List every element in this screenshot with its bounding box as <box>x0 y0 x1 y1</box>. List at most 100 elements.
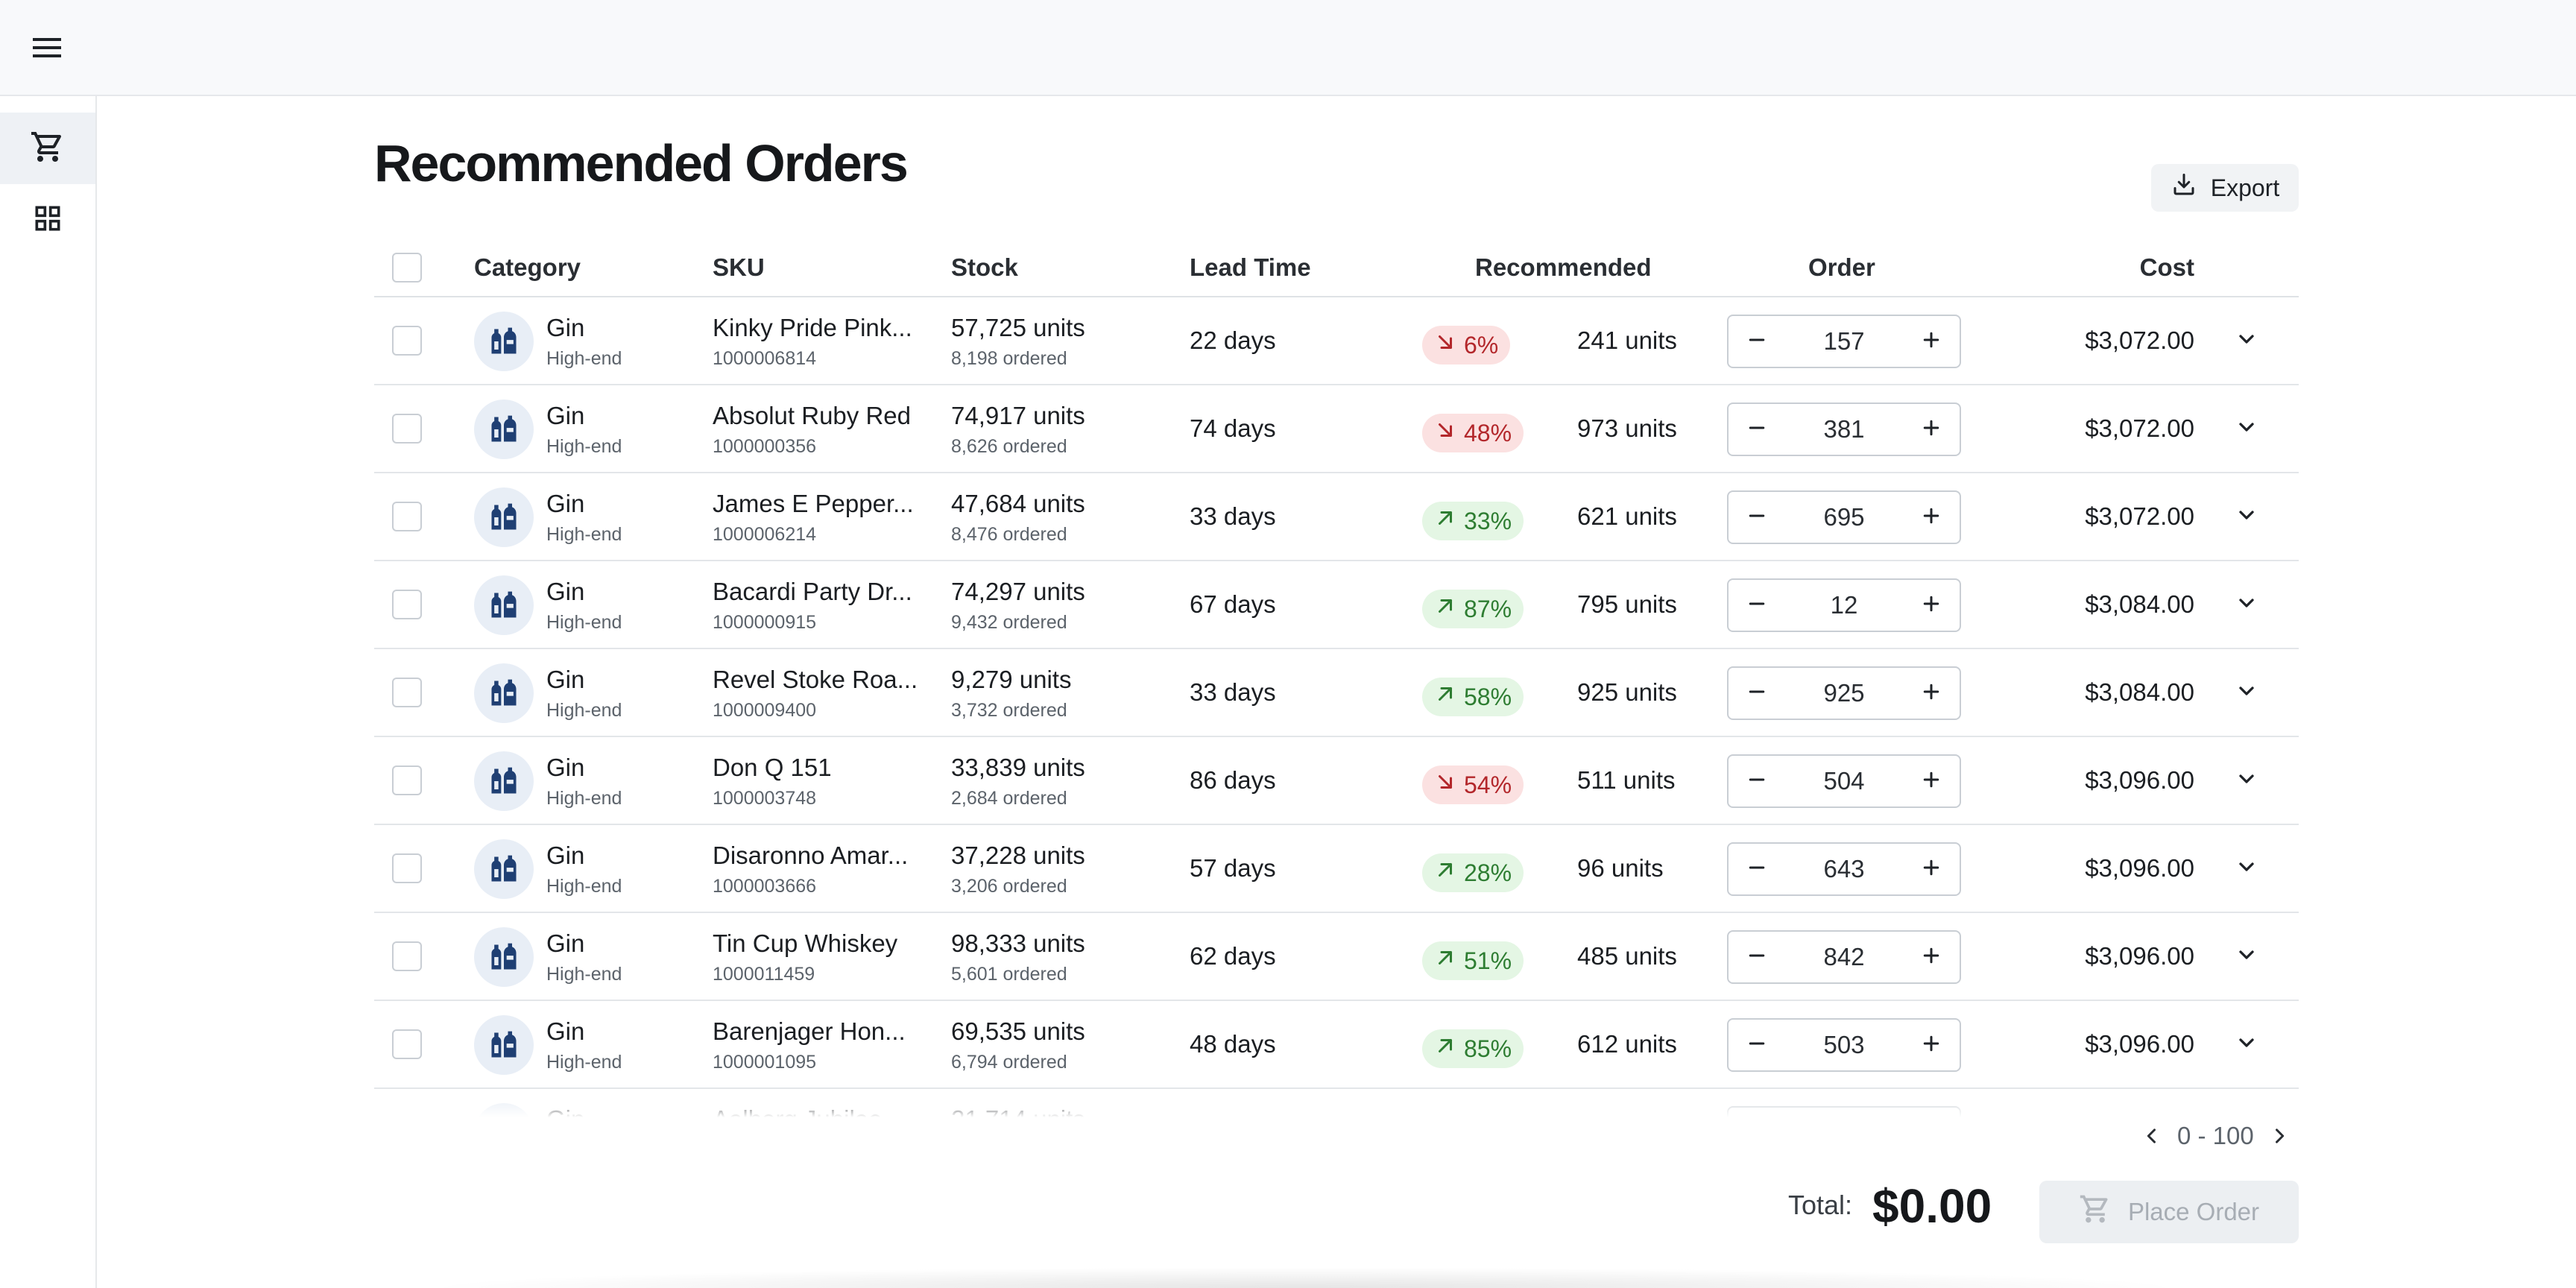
chevron-down-icon <box>2235 415 2258 443</box>
decrement-button[interactable] <box>1729 756 1785 806</box>
quantity-input[interactable] <box>1785 844 1903 894</box>
expand-row-button[interactable] <box>2230 588 2263 621</box>
row-checkbox[interactable] <box>392 853 422 883</box>
quantity-input[interactable] <box>1785 404 1903 455</box>
expand-row-button[interactable] <box>2230 324 2263 357</box>
sku-id: 1000006214 <box>713 524 817 545</box>
chevron-down-icon <box>2235 503 2258 531</box>
bottle-icon <box>474 839 534 899</box>
row-checkbox[interactable] <box>392 414 422 443</box>
quantity-input[interactable] <box>1785 1020 1903 1070</box>
table-row[interactable]: Gin High-end Barenjager Hon... 1000001095 69… <box>374 1001 2299 1089</box>
column-header-stock[interactable]: Stock <box>951 238 1018 297</box>
row-checkbox[interactable] <box>392 765 422 795</box>
row-checkbox[interactable] <box>392 502 422 531</box>
decrement-button[interactable] <box>1729 492 1785 543</box>
place-order-button[interactable]: Place Order <box>2039 1181 2299 1243</box>
menu-icon[interactable] <box>27 28 69 67</box>
table-row[interactable]: Gin High-end Revel Stoke Roa... 1000009400 9… <box>374 649 2299 737</box>
table-row[interactable]: Gin High-end Don Q 151 1000003748 33,839 uni… <box>374 737 2299 825</box>
quantity-input[interactable] <box>1785 668 1903 719</box>
previous-page-button[interactable] <box>2137 1121 2167 1151</box>
decrement-button[interactable] <box>1729 844 1785 894</box>
increment-button[interactable] <box>1903 580 1960 631</box>
column-header-lead-time[interactable]: Lead Time <box>1190 238 1311 297</box>
expand-row-button[interactable] <box>2230 1028 2263 1061</box>
expand-row-button[interactable] <box>2230 500 2263 533</box>
increment-button[interactable] <box>1903 1020 1960 1070</box>
increment-button[interactable] <box>1903 932 1960 982</box>
page-title: Recommended Orders <box>374 134 909 192</box>
bottle-icon <box>474 1015 534 1075</box>
category-tier: High-end <box>546 436 622 457</box>
row-checkbox[interactable] <box>392 678 422 707</box>
expand-row-button[interactable] <box>2230 852 2263 885</box>
expand-row-button[interactable] <box>2230 940 2263 973</box>
increment-button[interactable] <box>1903 668 1960 719</box>
quantity-stepper <box>1727 930 1961 984</box>
quantity-input[interactable] <box>1785 580 1903 631</box>
increment-button[interactable] <box>1903 756 1960 806</box>
plus-icon <box>1920 768 1942 795</box>
row-checkbox[interactable] <box>392 1029 422 1059</box>
decrement-button[interactable] <box>1729 932 1785 982</box>
table-row[interactable]: Gin High-end James E Pepper... 1000006214 47… <box>374 473 2299 561</box>
stock-units: 57,725 units <box>951 314 1085 341</box>
sku-id: 1000006814 <box>713 348 817 369</box>
plus-icon <box>1920 681 1942 707</box>
download-icon <box>2171 171 2197 204</box>
recommended-units: 241 units <box>1577 326 1677 354</box>
expand-row-button[interactable] <box>2230 412 2263 445</box>
sku-name: Disaronno Amar... <box>713 842 909 869</box>
chevron-down-icon <box>2235 943 2258 970</box>
chevron-down-icon <box>2235 591 2258 619</box>
table-row[interactable]: Gin High-end Tin Cup Whiskey 1000011459 98,3… <box>374 913 2299 1001</box>
table-row[interactable]: Gin High-end Kinky Pride Pink... 1000006814… <box>374 297 2299 385</box>
column-header-cost[interactable]: Cost <box>2140 238 2194 297</box>
quantity-input[interactable] <box>1785 756 1903 806</box>
select-all-checkbox[interactable] <box>392 253 422 282</box>
decrement-button[interactable] <box>1729 316 1785 367</box>
table-row[interactable]: Gin High-end Absolut Ruby Red 1000000356 74,… <box>374 385 2299 473</box>
decrement-button[interactable] <box>1729 668 1785 719</box>
row-checkbox[interactable] <box>392 941 422 971</box>
expand-row-button[interactable] <box>2230 764 2263 797</box>
increment-button[interactable] <box>1903 404 1960 455</box>
sidebar-item-orders[interactable] <box>0 113 95 184</box>
bottle-icon <box>474 487 534 547</box>
recommended-units: 795 units <box>1577 590 1677 618</box>
decrement-button[interactable] <box>1729 404 1785 455</box>
table-row[interactable]: Gin High-end Bacardi Party Dr... 1000000915… <box>374 561 2299 649</box>
column-header-recommended[interactable]: Recommended <box>1475 238 1652 297</box>
quantity-input[interactable] <box>1785 316 1903 367</box>
row-checkbox[interactable] <box>392 326 422 356</box>
quantity-stepper <box>1727 754 1961 808</box>
column-header-sku[interactable]: SKU <box>713 238 765 297</box>
plus-icon <box>1920 329 1942 355</box>
sidebar-item-dashboard[interactable] <box>0 184 95 256</box>
column-header-category[interactable]: Category <box>474 238 581 297</box>
increment-button[interactable] <box>1903 316 1960 367</box>
plus-icon <box>1920 417 1942 443</box>
quantity-input[interactable] <box>1785 932 1903 982</box>
export-button[interactable]: Export <box>2151 164 2299 212</box>
next-page-button[interactable] <box>2264 1121 2294 1151</box>
minus-icon <box>1746 505 1768 531</box>
row-cost: $3,072.00 <box>2085 502 2194 530</box>
decrement-button[interactable] <box>1729 1020 1785 1070</box>
expand-row-button[interactable] <box>2230 676 2263 709</box>
quantity-stepper <box>1727 1018 1961 1072</box>
increment-button[interactable] <box>1903 844 1960 894</box>
bottle-icon <box>474 927 534 987</box>
quantity-input[interactable] <box>1785 492 1903 543</box>
lead-time: 33 days <box>1190 678 1276 706</box>
table-row[interactable]: Gin High-end Disaronno Amar... 1000003666 37… <box>374 825 2299 913</box>
lead-time: 74 days <box>1190 414 1276 442</box>
row-checkbox[interactable] <box>392 590 422 619</box>
trend-badge: 48% <box>1422 414 1524 452</box>
increment-button[interactable] <box>1903 492 1960 543</box>
trend-percent: 6% <box>1464 331 1499 359</box>
decrement-button[interactable] <box>1729 580 1785 631</box>
sku-name: Bacardi Party Dr... <box>713 578 912 605</box>
column-header-order[interactable]: Order <box>1808 238 1875 297</box>
